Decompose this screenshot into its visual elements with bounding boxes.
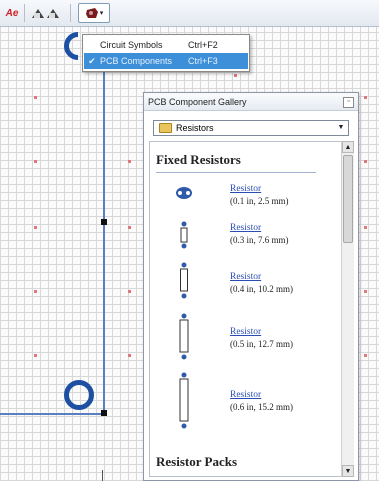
pcb-dropdown-button[interactable]: ▾ xyxy=(78,3,110,23)
pcb-components-icon xyxy=(85,8,98,18)
chevron-down-icon[interactable]: ▼ xyxy=(336,122,346,134)
ae-button[interactable]: Ae xyxy=(4,4,20,22)
grid-marker xyxy=(34,226,37,229)
grid-marker xyxy=(128,290,131,293)
board-outline-bottom xyxy=(0,413,105,415)
grid-marker xyxy=(364,96,367,99)
pcb-component-gallery: PCB Component Gallery ▫ Resistors ▼ Fixe… xyxy=(143,92,359,481)
resistor-link[interactable]: Resistor xyxy=(230,272,261,282)
resistor-0.3in-icon xyxy=(180,221,188,249)
gallery-title-bar[interactable]: PCB Component Gallery ▫ xyxy=(144,93,358,111)
close-icon[interactable]: ▫ xyxy=(343,97,354,108)
gallery-scrollbar[interactable]: ▲ ▼ xyxy=(341,141,354,477)
resistor-size: (0.5 in, 12.7 mm) xyxy=(230,339,293,349)
grid-marker xyxy=(128,354,131,357)
pcb-pad-ring[interactable] xyxy=(64,380,94,410)
toolbar: Ae ▾ xyxy=(0,0,379,27)
grid-marker xyxy=(34,354,37,357)
menu-item-label: PCB Components xyxy=(100,56,173,66)
resistor-size: (0.4 in, 10.2 mm) xyxy=(230,284,293,294)
section-title-fixed-resistors: Fixed Resistors xyxy=(156,152,241,167)
menu-item-shortcut: Ctrl+F2 xyxy=(188,40,218,50)
menu-item-shortcut: Ctrl+F3 xyxy=(188,56,218,66)
resistor-size: (0.6 in, 15.2 mm) xyxy=(230,402,293,412)
menu-item-circuit-symbols[interactable]: Circuit Symbols Ctrl+F2 xyxy=(84,37,248,53)
menu-item-pcb-components[interactable]: ✔ PCB Components Ctrl+F3 xyxy=(84,53,248,69)
resistor-size: (0.1 in, 2.5 mm) xyxy=(230,196,289,206)
scrollbar-thumb[interactable] xyxy=(343,155,353,243)
circuit-symbols-icon xyxy=(32,9,59,18)
grid-marker xyxy=(34,290,37,293)
component-list: Fixed Resistors Resistor (0.1 in, 2.5 mm… xyxy=(149,141,342,477)
gallery-title: PCB Component Gallery xyxy=(148,96,247,107)
grid-marker xyxy=(364,290,367,293)
toolbar-separator xyxy=(24,4,25,22)
grid-marker xyxy=(128,160,131,163)
toolbar-separator xyxy=(70,4,71,22)
resistor-size: (0.3 in, 7.6 mm) xyxy=(230,235,289,245)
grid-marker xyxy=(364,226,367,229)
circuit-symbols-button[interactable] xyxy=(30,4,62,22)
check-icon: ✔ xyxy=(88,55,96,66)
scroll-down-icon[interactable]: ▼ xyxy=(342,465,354,477)
grid-marker xyxy=(234,74,237,77)
resistor-0.4in-icon xyxy=(180,262,188,299)
resistor-link[interactable]: Resistor xyxy=(230,327,261,337)
category-select-value: Resistors xyxy=(176,123,214,133)
grid-marker xyxy=(364,160,367,163)
resistor-0.1in-icon xyxy=(176,187,192,199)
menu-item-label: Circuit Symbols xyxy=(100,40,163,50)
grid-marker xyxy=(34,96,37,99)
scroll-up-icon[interactable]: ▲ xyxy=(342,141,354,153)
resistor-link[interactable]: Resistor xyxy=(230,184,261,194)
resistor-link[interactable]: Resistor xyxy=(230,390,261,400)
grid-marker xyxy=(128,226,131,229)
grid-marker xyxy=(34,160,37,163)
grid-marker xyxy=(364,354,367,357)
section-divider xyxy=(156,172,316,173)
board-outline-left xyxy=(103,60,105,415)
resistor-0.6in-icon xyxy=(179,372,189,429)
gallery-dropdown-menu: Circuit Symbols Ctrl+F2 ✔ PCB Components… xyxy=(82,34,250,72)
folder-icon xyxy=(159,123,172,133)
selection-handle[interactable] xyxy=(101,410,107,416)
chevron-down-icon: ▾ xyxy=(99,10,104,17)
category-select[interactable]: Resistors ▼ xyxy=(153,120,349,136)
selection-handle[interactable] xyxy=(101,219,107,225)
section-title-resistor-packs: Resistor Packs xyxy=(156,454,238,469)
cursor-guide xyxy=(102,470,103,481)
resistor-0.5in-icon xyxy=(179,313,189,360)
resistor-link[interactable]: Resistor xyxy=(230,223,261,233)
